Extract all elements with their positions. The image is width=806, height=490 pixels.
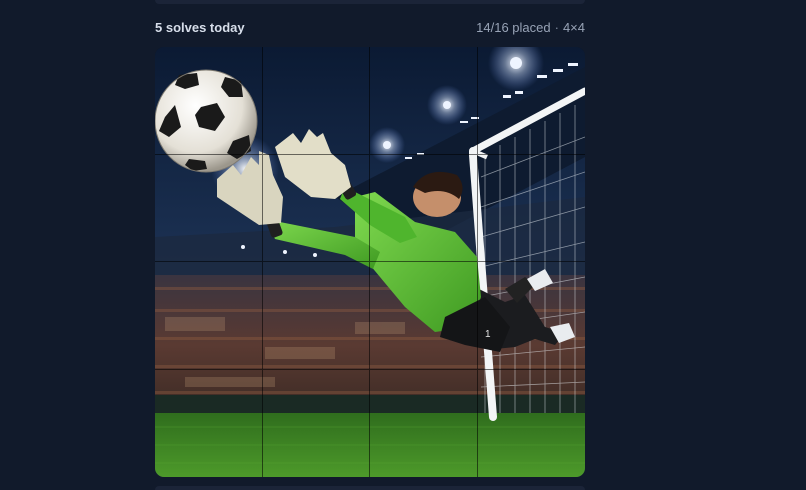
puzzle-tile[interactable] [155, 47, 263, 155]
puzzle-tile[interactable] [370, 154, 478, 262]
solves-count: 5 solves today [155, 19, 245, 35]
puzzle-tile[interactable] [370, 47, 478, 155]
puzzle-tile[interactable] [478, 370, 586, 478]
puzzle-tile[interactable] [155, 369, 263, 477]
puzzle-status: 14/16 placed · 4×4 [476, 20, 585, 35]
placed-count: 14/16 placed [476, 19, 551, 35]
puzzle-tile[interactable] [477, 47, 585, 155]
next-card-edge [155, 486, 585, 490]
previous-card-edge [155, 0, 585, 4]
puzzle-page: 5 solves today 14/16 placed · 4×4 1 [0, 0, 806, 490]
grid-size: 4×4 [562, 19, 585, 35]
puzzle-tile[interactable] [155, 154, 263, 262]
puzzle-tile[interactable] [263, 369, 370, 477]
puzzle-tile[interactable] [262, 262, 370, 370]
puzzle-tile[interactable] [370, 262, 478, 370]
puzzle-tile[interactable] [477, 262, 585, 370]
puzzle-board[interactable]: 1 [155, 47, 585, 477]
puzzle-header: 5 solves today 14/16 placed · 4×4 [155, 17, 585, 37]
puzzle-tile[interactable] [477, 155, 585, 262]
separator: · [554, 19, 559, 35]
tile-grid [155, 47, 585, 477]
puzzle-tile[interactable] [370, 369, 478, 477]
puzzle-tile[interactable] [262, 47, 370, 155]
puzzle-tile[interactable] [262, 154, 370, 262]
puzzle-tile[interactable] [155, 262, 263, 370]
